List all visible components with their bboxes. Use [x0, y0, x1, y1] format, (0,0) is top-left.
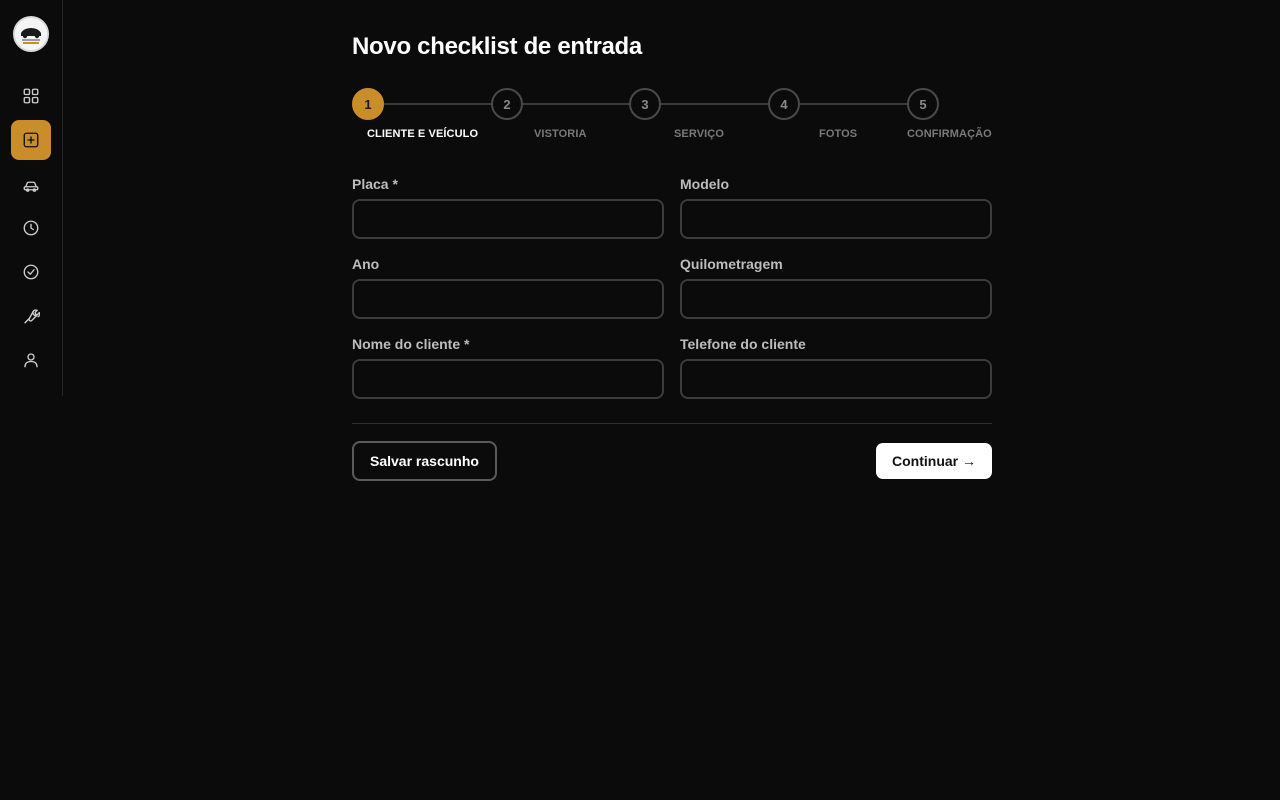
form-divider	[352, 423, 992, 424]
step-connector	[523, 103, 629, 105]
field-quilometragem: Quilometragem	[680, 256, 992, 319]
sidebar-item-dashboard[interactable]	[11, 76, 51, 116]
wrench-icon	[24, 309, 40, 324]
nome-cliente-input[interactable]	[352, 359, 664, 399]
step-1-label: CLIENTE E VEÍCULO	[367, 128, 479, 140]
workshop-logo-icon[interactable]	[13, 16, 49, 52]
user-icon	[24, 353, 38, 368]
step-5-circle[interactable]: 5	[907, 88, 939, 120]
field-placa: Placa *	[352, 176, 664, 239]
step-connector	[661, 103, 768, 105]
sidebar-item-vehicles[interactable]	[11, 166, 51, 206]
ano-label: Ano	[352, 256, 380, 272]
sidebar-item-new-checklist[interactable]	[11, 120, 51, 160]
telefone-cliente-label: Telefone do cliente	[680, 336, 806, 352]
sidebar-item-history[interactable]	[11, 208, 51, 248]
step-2-label: VISTORIA	[534, 128, 587, 140]
step-3-label: SERVIÇO	[674, 128, 725, 140]
field-nome-cliente: Nome do cliente *	[352, 336, 664, 399]
quilometragem-input[interactable]	[680, 279, 992, 319]
step-1-circle[interactable]: 1	[352, 88, 384, 120]
sidebar	[0, 0, 63, 396]
modelo-input[interactable]	[680, 199, 992, 239]
sidebar-item-profile[interactable]	[11, 340, 51, 380]
save-draft-button[interactable]: Salvar rascunho	[352, 441, 497, 481]
plus-square-icon	[23, 132, 39, 148]
car-icon	[23, 181, 39, 192]
sidebar-item-services[interactable]	[11, 296, 51, 336]
ano-input[interactable]	[352, 279, 664, 319]
field-modelo: Modelo	[680, 176, 992, 239]
step-connector	[384, 103, 491, 105]
continue-button[interactable]: Continuar →	[876, 443, 992, 479]
nome-cliente-label: Nome do cliente *	[352, 336, 470, 352]
placa-label: Placa *	[352, 176, 398, 192]
step-2-circle[interactable]: 2	[491, 88, 523, 120]
telefone-cliente-input[interactable]	[680, 359, 992, 399]
placa-input[interactable]	[352, 199, 664, 239]
sidebar-item-completed[interactable]	[11, 252, 51, 292]
step-connector	[800, 103, 907, 105]
step-4-circle[interactable]: 4	[768, 88, 800, 120]
check-circle-icon	[23, 264, 39, 280]
modelo-label: Modelo	[680, 176, 729, 192]
quilometragem-label: Quilometragem	[680, 256, 783, 272]
field-telefone-cliente: Telefone do cliente	[680, 336, 992, 399]
step-3-circle[interactable]: 3	[629, 88, 661, 120]
dashboard-grid-icon	[23, 88, 39, 104]
field-ano: Ano	[352, 256, 664, 319]
page-title: Novo checklist de entrada	[352, 33, 642, 60]
step-5-label: CONFIRMAÇÃO	[907, 128, 992, 140]
step-4-label: FOTOS	[819, 128, 858, 140]
stepper: 1 2 3 4 5 CLIENTE E VEÍCULO VISTORIA SER…	[352, 88, 992, 148]
clock-icon	[23, 220, 39, 236]
